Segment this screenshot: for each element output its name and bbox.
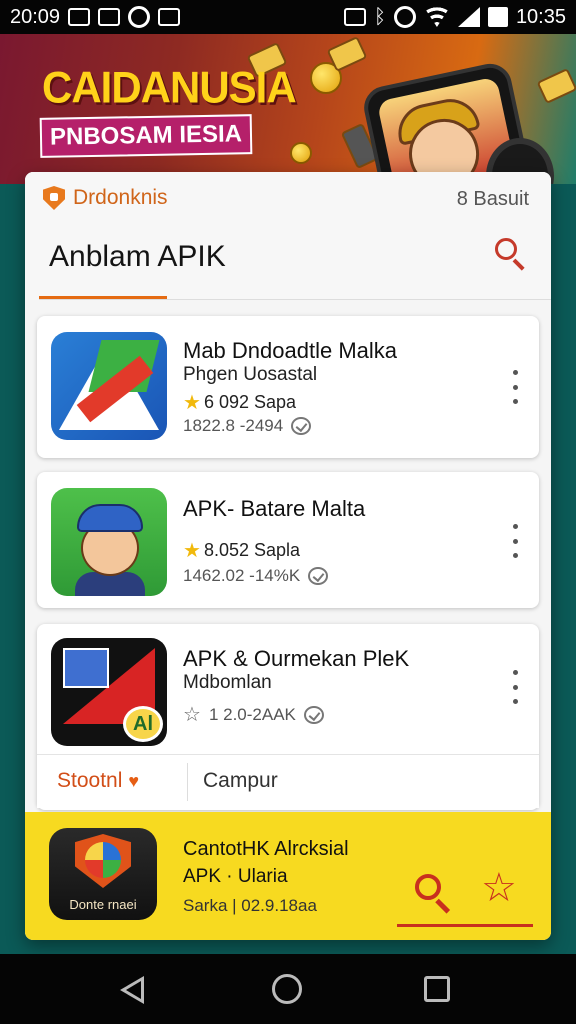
- app-name: APK & Ourmekan PleK: [183, 646, 410, 671]
- featured-app-subtitle: APK · Ularia: [183, 866, 288, 887]
- more-options-icon[interactable]: [511, 524, 519, 558]
- recent-apps-icon[interactable]: [424, 976, 450, 1002]
- featured-icon-text: Donte rnaei: [69, 897, 137, 912]
- star-outline-icon: ☆: [183, 704, 201, 726]
- featured-app-name: CantotHK Alrcksial: [183, 838, 349, 860]
- back-icon[interactable]: [120, 976, 144, 1004]
- verified-icon: [291, 417, 312, 435]
- app-icon: [51, 332, 167, 440]
- featured-app-icon: Donte rnaei: [49, 828, 157, 920]
- signal-icon: [457, 7, 480, 27]
- panel-header: Drdonknis 8 Basuit Anblam APIK: [25, 172, 551, 300]
- home-icon[interactable]: [272, 974, 302, 1004]
- app-list-item[interactable]: Mab Dndoadtle Malka Phgen Uosastal ★ 6 0…: [37, 316, 539, 458]
- favorite-star-icon[interactable]: ☆: [481, 868, 517, 908]
- featured-app-bar[interactable]: Donte rnaei CantotHK Alrcksial APK · Ula…: [25, 812, 551, 940]
- app-notification-icon: [128, 6, 151, 28]
- app-rating-value: 1 2.0-2AAK: [208, 704, 296, 724]
- more-options-icon[interactable]: [511, 370, 519, 404]
- battery-icon: [487, 7, 508, 27]
- status-bar-left: 20:09: [10, 5, 181, 29]
- brand-name: Drdonknis: [73, 186, 168, 209]
- status-bar-right: ᛒ 10:35: [343, 5, 566, 29]
- filter-bar: Stootnl ♥ Campur: [37, 754, 539, 808]
- wifi-icon: [423, 7, 450, 27]
- banner-title: CAIDANUSIA: [42, 62, 297, 113]
- page-title: Anblam APIK: [49, 240, 226, 273]
- filter-sort-button[interactable]: Stootnl ♥: [57, 769, 139, 793]
- search-icon[interactable]: [495, 238, 527, 271]
- star-icon: ★: [183, 540, 201, 562]
- promo-banner[interactable]: CAIDANUSIA PNBOSAM IESIA: [0, 34, 576, 184]
- bluetooth-icon: ᛒ: [373, 5, 386, 28]
- app-rating: ★ 6 092 Sapa: [183, 390, 296, 415]
- image-icon: [98, 8, 121, 26]
- app-icon-badge: Al: [123, 706, 163, 742]
- app-icon: [51, 488, 167, 596]
- heart-icon: ♥: [128, 770, 140, 791]
- notification-icon: [68, 8, 91, 26]
- divider: [39, 299, 551, 300]
- status-bar: 20:09 ᛒ 10:35: [0, 0, 576, 34]
- message-icon: [158, 8, 181, 26]
- app-name: Mab Dndoadtle Malka: [183, 338, 398, 363]
- shield-icon: [43, 186, 65, 210]
- app-meta: 1462.02 -14%K: [183, 566, 329, 586]
- app-rating: ★ 8.052 Sapla: [183, 538, 300, 563]
- app-store-panel: Drdonknis 8 Basuit Anblam APIK Mab Dndoa…: [25, 172, 551, 940]
- brand[interactable]: Drdonknis: [43, 186, 168, 210]
- app-meta: 1822.8 -2494: [183, 416, 312, 436]
- app-rating: ☆ 1 2.0-2AAK: [183, 702, 324, 727]
- app-publisher: Phgen Uosastal: [183, 364, 318, 385]
- system-nav-bar: [0, 954, 576, 1024]
- featured-underline: [397, 924, 533, 927]
- app-rating-value: 8.052 Sapla: [203, 540, 301, 560]
- status-time: 10:35: [515, 5, 566, 28]
- card-icon: [536, 67, 576, 105]
- filter-category-button[interactable]: Campur: [203, 769, 278, 793]
- filter-sort-label: Stootnl: [57, 769, 123, 792]
- coin-icon: [290, 142, 312, 164]
- status-time-left: 20:09: [10, 5, 61, 28]
- app-rating-value: 6 092 Sapa: [203, 392, 297, 412]
- app-meta-text: 1822.8 -2494: [183, 416, 284, 435]
- app-list-item[interactable]: APK- Batare Malta ★ 8.052 Sapla 1462.02 …: [37, 472, 539, 608]
- app-icon: Al: [51, 638, 167, 746]
- featured-search-icon[interactable]: [411, 872, 453, 914]
- star-icon: ★: [183, 392, 201, 414]
- featured-app-meta: Sarka | 02.9.18aa: [183, 896, 317, 915]
- more-options-icon[interactable]: [511, 670, 519, 704]
- header-right-label[interactable]: 8 Basuit: [457, 188, 529, 211]
- alarm-icon: [393, 6, 416, 28]
- divider: [187, 763, 188, 801]
- app-meta-text: 1462.02 -14%K: [183, 566, 301, 585]
- app-name: APK- Batare Malta: [183, 496, 366, 521]
- app-publisher: Mdbomlan: [183, 672, 272, 693]
- verified-icon: [303, 705, 324, 724]
- banner-subtitle: PNBOSAM IESIA: [39, 114, 253, 158]
- mute-icon: [343, 8, 366, 26]
- verified-icon: [308, 567, 329, 585]
